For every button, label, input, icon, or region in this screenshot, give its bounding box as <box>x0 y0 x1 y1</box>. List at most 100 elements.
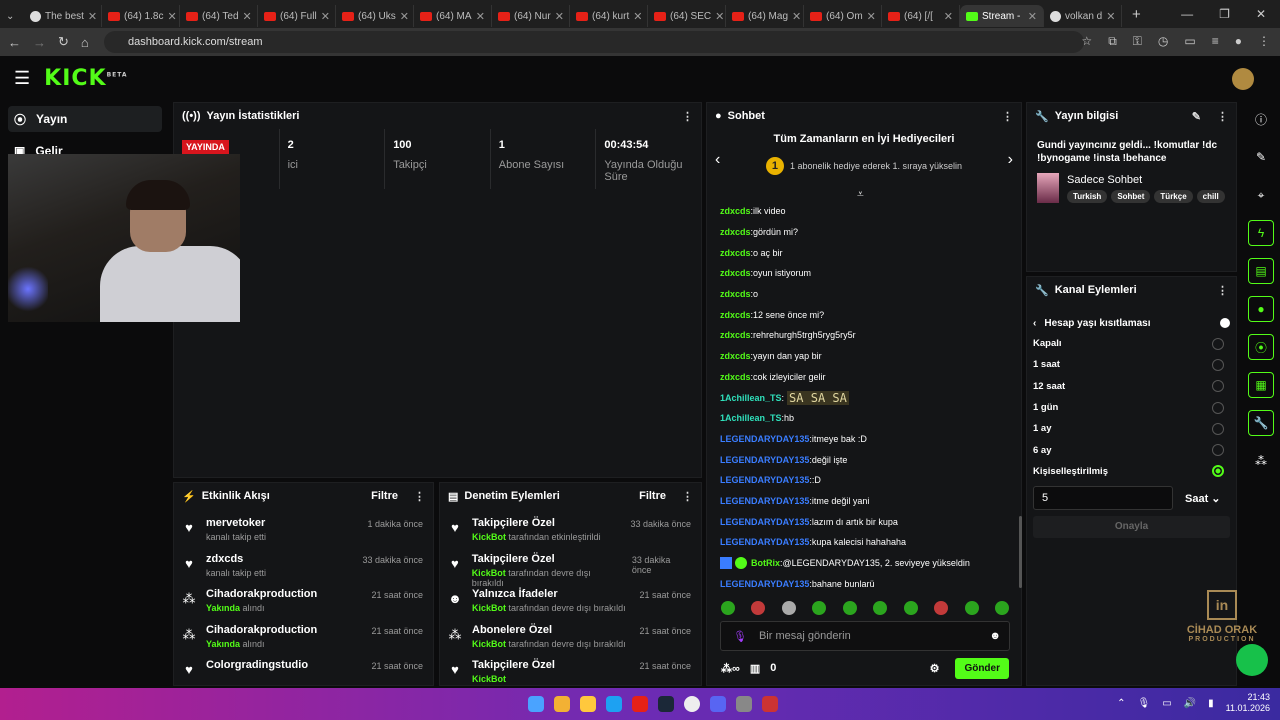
radio-option[interactable]: Kişiselleştirilmiş <box>1033 461 1230 482</box>
browser-tab[interactable]: (64) Uks ✕ <box>336 5 414 27</box>
browser-tab[interactable]: (64) SEC ✕ <box>648 5 726 27</box>
chat-username[interactable]: zdxcds <box>720 310 751 320</box>
tab-search-icon[interactable]: ⌄ <box>0 5 24 27</box>
radio-button[interactable] <box>1212 380 1224 393</box>
chat-username[interactable]: zdxcds <box>720 351 751 361</box>
radio-button[interactable] <box>1212 465 1224 478</box>
obs-icon[interactable] <box>684 696 700 712</box>
broadcast-icon[interactable]: ⦿ <box>1248 334 1274 360</box>
browser-tab[interactable]: (64) MA ✕ <box>414 5 492 27</box>
stream-tag[interactable]: Turkish <box>1067 189 1108 203</box>
start-icon[interactable] <box>528 696 544 712</box>
stream-tag[interactable]: Sohbet <box>1111 189 1151 203</box>
close-window-icon[interactable]: ✕ <box>1256 7 1266 21</box>
browser-tab[interactable]: (64) Ted ✕ <box>180 5 258 27</box>
hamburger-menu-icon[interactable]: ☰ <box>14 68 30 89</box>
info-icon[interactable]: ⓘ <box>1248 106 1274 132</box>
password-icon[interactable]: ⚿ <box>1133 34 1142 49</box>
edge-icon[interactable] <box>606 696 622 712</box>
emote-icon[interactable] <box>842 601 857 615</box>
network-icon[interactable]: ▭ <box>1162 698 1171 709</box>
tab-close-icon[interactable]: ✕ <box>867 10 876 23</box>
support-chat-fab[interactable] <box>1236 644 1268 676</box>
browser-tab[interactable]: volkan d ✕ <box>1044 5 1122 27</box>
settings-gear-icon[interactable]: ⚙ <box>930 662 940 675</box>
tab-close-icon[interactable]: ✕ <box>1028 10 1037 23</box>
browser-tab[interactable]: (64) Nur ✕ <box>492 5 570 27</box>
emote-icon[interactable] <box>903 601 918 615</box>
layout-icon[interactable]: ▦ <box>1248 372 1274 398</box>
emote-icon[interactable] <box>721 601 735 615</box>
tab-close-icon[interactable]: ✕ <box>321 10 330 23</box>
browser-tab[interactable]: (64) kurt ✕ <box>570 5 648 27</box>
radio-button[interactable] <box>1212 444 1224 457</box>
clock[interactable]: 21:43 11.01.2026 <box>1226 692 1270 714</box>
category-name[interactable]: Sadece Sohbet <box>1067 174 1225 186</box>
microphone-icon[interactable]: 🎙 <box>733 630 747 643</box>
chat-username[interactable]: zdxcds <box>720 268 751 278</box>
folder-icon[interactable] <box>580 696 596 712</box>
feed-item-name[interactable]: Cihadorakproduction <box>206 624 317 636</box>
browser-tab[interactable]: (64) 1.8c ✕ <box>102 5 180 27</box>
chat-username[interactable]: LEGENDARYDAY135 <box>720 475 809 485</box>
chat-username[interactable]: LEGENDARYDAY135 <box>720 496 809 506</box>
filter-button[interactable]: Filtre <box>371 490 398 502</box>
sidebar-icon[interactable]: ▭ <box>1184 34 1195 49</box>
tab-close-icon[interactable]: ✕ <box>88 10 97 23</box>
discord-icon[interactable] <box>710 696 726 712</box>
category-thumbnail[interactable] <box>1037 173 1059 203</box>
more-options-icon[interactable]: ⋮ <box>682 110 693 123</box>
tab-close-icon[interactable]: ✕ <box>243 10 252 23</box>
more-options-icon[interactable]: ⋮ <box>1002 110 1013 123</box>
menu-icon[interactable]: ⋮ <box>1258 34 1270 49</box>
chevron-right-icon[interactable]: › <box>1008 151 1013 169</box>
collapse-banner-icon[interactable]: ⩡ <box>857 187 864 202</box>
tab-close-icon[interactable]: ✕ <box>944 10 953 23</box>
chat-username[interactable]: BotRix <box>751 558 780 568</box>
apps-icon[interactable]: ⁂ <box>1248 448 1274 474</box>
edit-pencil-icon[interactable]: ✎ <box>1192 110 1201 123</box>
chat-username[interactable]: zdxcds <box>720 248 751 258</box>
chat-username[interactable]: zdxcds <box>720 206 751 216</box>
radio-button[interactable] <box>1212 337 1224 350</box>
tab-close-icon[interactable]: ✕ <box>555 10 564 23</box>
nav-item-stream[interactable]: ⦿ Yayın <box>8 106 162 132</box>
emote-icon[interactable] <box>812 601 827 615</box>
stream-tag[interactable]: Türkçe <box>1154 189 1193 203</box>
restore-icon[interactable]: ❐ <box>1219 7 1230 21</box>
emote-icon[interactable] <box>781 601 796 615</box>
browser-tab[interactable]: Stream - ✕ <box>960 5 1044 27</box>
chat-username[interactable]: zdxcds <box>720 227 751 237</box>
radio-button[interactable] <box>1212 422 1224 435</box>
calendar-icon[interactable] <box>762 696 778 712</box>
browser-tab[interactable]: (64) Om ✕ <box>804 5 882 27</box>
custom-duration-input[interactable]: 5 <box>1033 486 1173 511</box>
chevron-left-icon[interactable]: ‹ <box>715 151 720 169</box>
document-icon[interactable]: ▤ <box>1248 258 1274 284</box>
youtube-icon[interactable] <box>632 696 648 712</box>
bookmark-star-icon[interactable]: ☆ <box>1081 34 1092 49</box>
radio-option[interactable]: 12 saat <box>1033 376 1230 397</box>
emote-icon[interactable] <box>934 601 949 615</box>
tab-close-icon[interactable]: ✕ <box>1106 10 1115 23</box>
radio-option[interactable]: 6 ay <box>1033 439 1230 460</box>
history-icon[interactable]: ◷ <box>1158 34 1168 49</box>
volume-icon[interactable]: 🔊 <box>1184 698 1196 709</box>
focus-icon[interactable]: ⌖ <box>1248 182 1274 208</box>
chat-username[interactable]: LEGENDARYDAY135 <box>720 434 809 444</box>
chat-username[interactable]: zdxcds <box>720 289 751 299</box>
chat-username[interactable]: LEGENDARYDAY135 <box>720 517 809 527</box>
app-icon[interactable] <box>736 696 752 712</box>
feed-item-name[interactable]: Cihadorakproduction <box>206 588 317 600</box>
back-icon[interactable]: ← <box>8 35 21 50</box>
chat-username[interactable]: 1Achillean_TS <box>720 413 782 423</box>
more-options-icon[interactable]: ⋮ <box>1217 284 1228 297</box>
browser-tab[interactable]: The best ✕ <box>24 5 102 27</box>
forward-icon[interactable]: → <box>33 35 46 50</box>
more-options-icon[interactable]: ⋮ <box>414 490 425 503</box>
battery-icon[interactable]: ▮ <box>1208 698 1214 709</box>
user-avatar[interactable] <box>1232 68 1254 90</box>
tab-close-icon[interactable]: ✕ <box>476 10 485 23</box>
gift-box-icon[interactable]: ▥ <box>750 662 760 675</box>
chat-username[interactable]: LEGENDARYDAY135 <box>720 455 809 465</box>
